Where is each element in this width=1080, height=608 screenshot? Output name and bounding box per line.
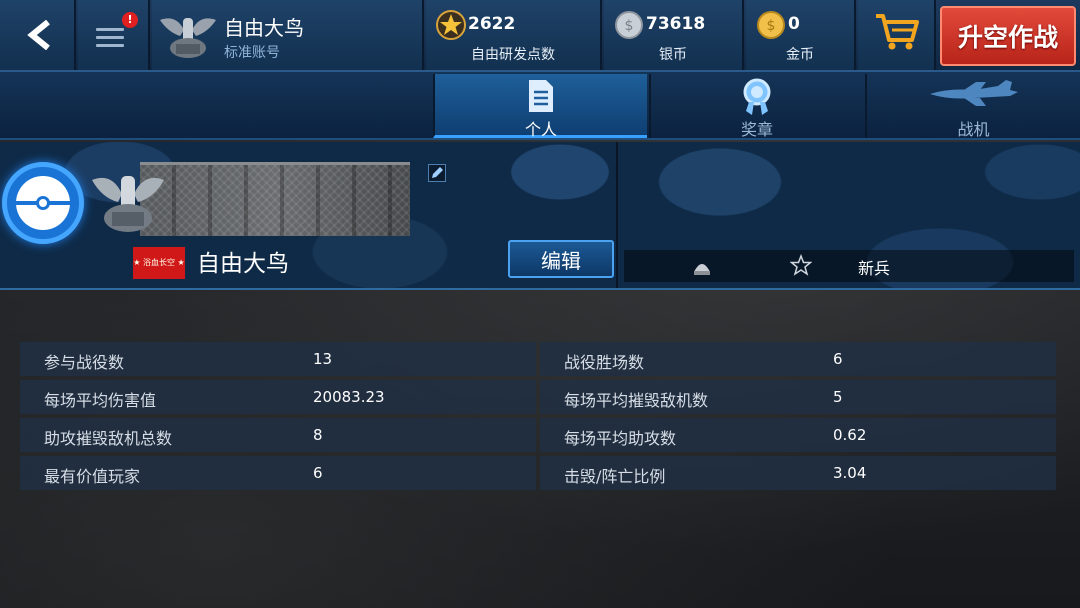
stat-cell: 参与战役数 13 xyxy=(20,342,536,376)
stat-row: 每场平均伤害值 20083.23 每场平均摧毁敌机数 5 xyxy=(20,380,1056,414)
tab-medals-label: 奖章 xyxy=(740,120,773,139)
stat-value: 3.04 xyxy=(833,464,867,482)
edit-button[interactable]: 编辑 xyxy=(508,240,614,278)
stat-cell: 最有价值玩家 6 xyxy=(20,456,536,490)
player-name: 自由大鸟 xyxy=(224,16,304,40)
stat-value: 6 xyxy=(313,464,323,482)
top-bar: ! 自由大鸟 标准账号 2622 自由研发点数 $ 73618 银币 $ 0 金… xyxy=(0,0,1080,72)
tab-bar: 个人 奖章 战机 xyxy=(0,72,1080,140)
silver-coins-value: 73618 xyxy=(646,14,706,34)
rank-bar: 新兵 xyxy=(624,250,1074,282)
tab-aircraft-label: 战机 xyxy=(957,120,990,139)
medal-icon xyxy=(743,78,771,115)
stat-value: 0.62 xyxy=(833,426,867,444)
account-type: 标准账号 xyxy=(224,45,280,61)
stat-cell: 每场平均摧毁敌机数 5 xyxy=(540,380,1056,414)
rank-insignia-icon xyxy=(694,264,710,275)
tab-personal-label: 个人 xyxy=(524,120,557,139)
star-outline-icon xyxy=(790,254,812,276)
silver-coin-icon: $ xyxy=(615,11,643,39)
stat-value: 8 xyxy=(313,426,323,444)
silver-coins: $ 73618 银币 xyxy=(604,0,744,70)
research-points: 2622 自由研发点数 xyxy=(426,0,602,70)
svg-text:$: $ xyxy=(625,18,634,34)
gold-coins-value: 0 xyxy=(788,14,800,34)
star-icon xyxy=(436,10,466,40)
silver-coins-label: 银币 xyxy=(659,47,687,63)
stat-value: 6 xyxy=(833,350,843,368)
rank-label: 新兵 xyxy=(858,259,891,278)
stat-row: 参与战役数 13 战役胜场数 6 xyxy=(20,342,1056,376)
stat-label: 战役胜场数 xyxy=(564,353,645,372)
rank-emblem-icon xyxy=(92,176,164,232)
back-button[interactable] xyxy=(0,0,76,70)
stat-label: 每场平均助攻数 xyxy=(564,429,677,448)
profile-summary[interactable]: 自由大鸟 标准账号 xyxy=(152,0,424,70)
avatar-badge-icon xyxy=(16,176,70,230)
avatar[interactable] xyxy=(2,162,84,244)
stat-row: 最有价值玩家 6 击毁/阵亡比例 3.04 xyxy=(20,456,1056,490)
gold-coins-label: 金币 xyxy=(786,47,814,63)
stat-cell: 每场平均伤害值 20083.23 xyxy=(20,380,536,414)
tab-personal[interactable]: 个人 xyxy=(433,74,647,139)
stat-label: 助攻摧毁敌机总数 xyxy=(44,429,173,448)
team-flag: ★ 浴血长空 ★ xyxy=(133,247,185,279)
stat-cell: 击毁/阵亡比例 3.04 xyxy=(540,456,1056,490)
gold-coins: $ 0 金币 xyxy=(746,0,856,70)
stat-cell: 每场平均助攻数 0.62 xyxy=(540,418,1056,452)
profile-player-name: 自由大鸟 xyxy=(197,251,289,277)
document-icon xyxy=(529,80,553,112)
back-arrow-icon xyxy=(27,20,50,50)
notification-badge: ! xyxy=(122,12,138,28)
stat-value: 13 xyxy=(313,350,333,368)
hamburger-icon xyxy=(96,28,124,52)
airplane-icon xyxy=(929,80,1018,106)
research-points-value: 2622 xyxy=(468,14,516,34)
stat-label: 每场平均伤害值 xyxy=(44,391,157,410)
menu-button[interactable]: ! xyxy=(78,0,150,70)
profile-panel: ★ 浴血长空 ★ 自由大鸟 编辑 新兵 xyxy=(0,142,1080,290)
stat-value: 5 xyxy=(833,388,843,406)
panel-divider xyxy=(616,142,618,288)
stat-row: 助攻摧毁敌机总数 8 每场平均助攻数 0.62 xyxy=(20,418,1056,452)
stat-cell: 战役胜场数 6 xyxy=(540,342,1056,376)
stat-label: 击毁/阵亡比例 xyxy=(564,467,666,486)
stat-label: 最有价值玩家 xyxy=(44,467,141,486)
shop-button[interactable] xyxy=(858,0,936,70)
nameplate-banner xyxy=(140,162,410,236)
tab-medals[interactable]: 奖章 xyxy=(649,74,863,139)
stat-label: 每场平均摧毁敌机数 xyxy=(564,391,709,410)
research-points-label: 自由研发点数 xyxy=(471,47,555,63)
rank-emblem-icon xyxy=(160,18,216,58)
gold-coin-icon: $ xyxy=(757,11,785,39)
edit-nameplate-button[interactable] xyxy=(428,164,446,182)
stat-label: 参与战役数 xyxy=(44,353,125,372)
tab-aircraft[interactable]: 战机 xyxy=(865,74,1080,139)
svg-text:$: $ xyxy=(767,18,776,34)
takeoff-battle-button[interactable]: 升空作战 xyxy=(940,6,1076,66)
stat-cell: 助攻摧毁敌机总数 8 xyxy=(20,418,536,452)
cart-icon xyxy=(876,14,919,50)
stat-value: 20083.23 xyxy=(313,388,385,406)
pencil-icon xyxy=(432,167,443,178)
